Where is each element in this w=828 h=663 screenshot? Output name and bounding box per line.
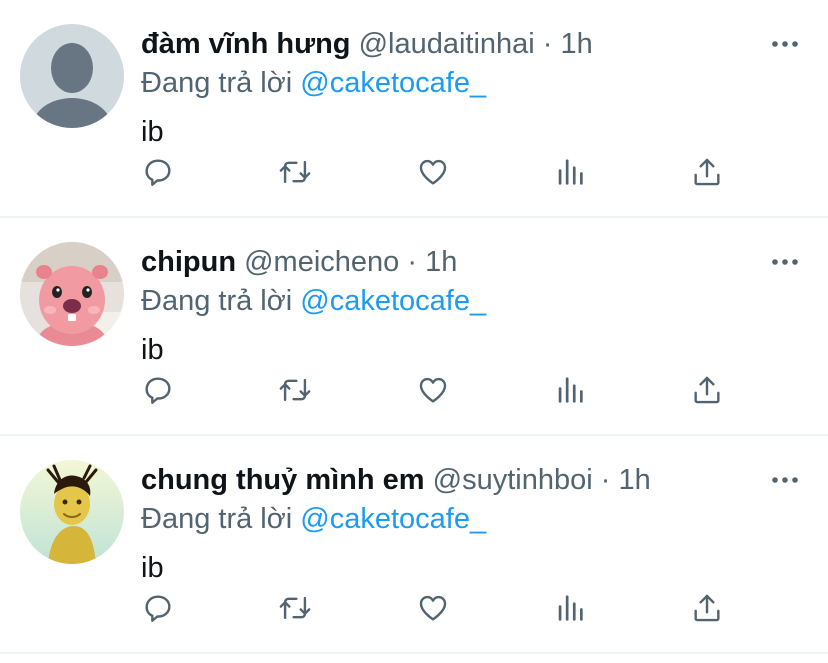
more-icon	[772, 259, 798, 265]
retweet-button[interactable]	[273, 150, 317, 194]
reply-button[interactable]	[136, 150, 180, 194]
share-icon	[694, 376, 720, 404]
tweet-header: chung thuỷ mình em @suytinhboi · 1h	[141, 460, 651, 500]
more-options-button[interactable]	[770, 252, 800, 272]
action-bar	[0, 150, 828, 194]
tweet-text: ib	[141, 116, 164, 148]
action-bar	[0, 586, 828, 630]
reply-prefix: Đang trả lời	[141, 67, 293, 99]
share-button[interactable]	[685, 586, 729, 630]
like-button[interactable]	[411, 586, 455, 630]
retweet-button[interactable]	[273, 586, 317, 630]
tweet-text: ib	[141, 552, 164, 584]
views-button[interactable]	[548, 586, 592, 630]
retweet-icon	[279, 378, 311, 402]
avatar[interactable]	[20, 24, 124, 128]
default-avatar-icon	[20, 24, 124, 128]
reply-button[interactable]	[136, 368, 180, 412]
views-button[interactable]	[548, 150, 592, 194]
tweet-text: ib	[141, 334, 164, 366]
tweet-header: chipun @meicheno · 1h	[141, 242, 457, 282]
display-name[interactable]: chipun	[141, 246, 236, 278]
avatar[interactable]	[20, 242, 124, 346]
reply-prefix: Đang trả lời	[141, 285, 293, 317]
tweet[interactable]: đàm vĩnh hưng @laudaitinhai · 1h Đang tr…	[0, 0, 828, 218]
heart-icon	[419, 377, 447, 403]
retweet-icon	[279, 596, 311, 620]
timestamp[interactable]: 1h	[618, 464, 650, 496]
handle[interactable]: @laudaitinhai	[359, 28, 535, 60]
like-button[interactable]	[411, 150, 455, 194]
heart-icon	[419, 159, 447, 185]
share-icon	[694, 594, 720, 622]
reply-context: Đang trả lời @caketocafe_	[141, 281, 486, 321]
handle[interactable]: @meicheno	[244, 246, 399, 278]
more-icon	[772, 41, 798, 47]
reply-context: Đang trả lời @caketocafe_	[141, 499, 486, 539]
timestamp[interactable]: 1h	[561, 28, 593, 60]
views-button[interactable]	[548, 368, 592, 412]
views-icon	[558, 595, 583, 621]
reply-context: Đang trả lời @caketocafe_	[141, 63, 486, 103]
retweet-button[interactable]	[273, 368, 317, 412]
handle[interactable]: @suytinhboi	[433, 464, 593, 496]
pink-beaver-avatar	[20, 242, 124, 346]
display-name[interactable]: chung thuỷ mình em	[141, 464, 425, 496]
views-icon	[558, 377, 583, 403]
timestamp[interactable]: 1h	[425, 246, 457, 278]
share-icon	[694, 158, 720, 186]
more-options-button[interactable]	[770, 34, 800, 54]
reply-button[interactable]	[136, 586, 180, 630]
share-button[interactable]	[685, 368, 729, 412]
avatar[interactable]	[20, 460, 124, 564]
views-icon	[558, 159, 583, 185]
share-button[interactable]	[685, 150, 729, 194]
reply-mention-link[interactable]: @caketocafe_	[300, 285, 486, 317]
reply-feed: đàm vĩnh hưng @laudaitinhai · 1h Đang tr…	[0, 0, 828, 663]
separator: ·	[407, 246, 418, 278]
more-icon	[772, 477, 798, 483]
reply-icon	[145, 159, 171, 186]
yellow-character-avatar	[20, 460, 124, 564]
tweet-header: đàm vĩnh hưng @laudaitinhai · 1h	[141, 24, 593, 64]
reply-mention-link[interactable]: @caketocafe_	[300, 503, 486, 535]
tweet[interactable]: chipun @meicheno · 1h Đang trả lời @cake…	[0, 218, 828, 436]
reply-icon	[145, 595, 171, 622]
like-button[interactable]	[411, 368, 455, 412]
more-options-button[interactable]	[770, 470, 800, 490]
separator: ·	[542, 28, 553, 60]
tweet[interactable]: chung thuỷ mình em @suytinhboi · 1h Đang…	[0, 436, 828, 654]
reply-mention-link[interactable]: @caketocafe_	[300, 67, 486, 99]
heart-icon	[419, 595, 447, 621]
retweet-icon	[279, 160, 311, 184]
action-bar	[0, 368, 828, 412]
separator: ·	[600, 464, 611, 496]
reply-icon	[145, 377, 171, 404]
reply-prefix: Đang trả lời	[141, 503, 293, 535]
display-name[interactable]: đàm vĩnh hưng	[141, 28, 351, 60]
